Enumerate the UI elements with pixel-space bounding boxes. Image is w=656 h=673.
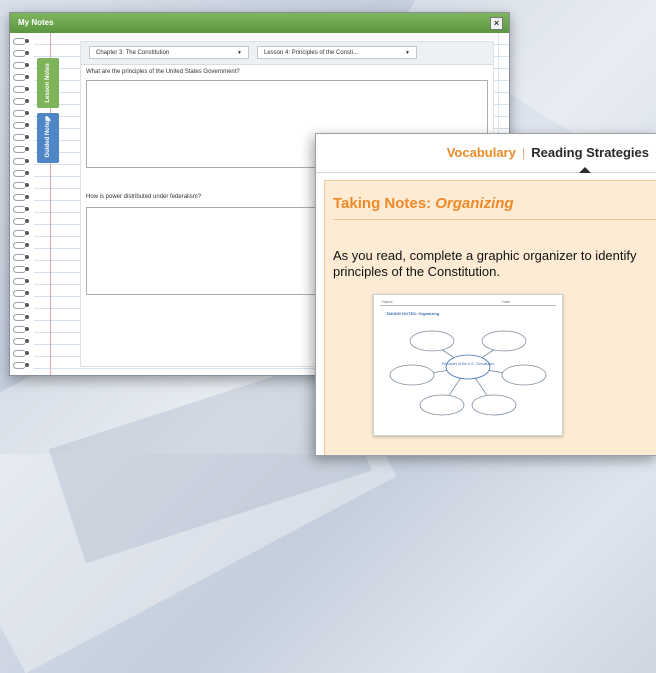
spiral-ring bbox=[13, 277, 29, 285]
tab-reading-strategies[interactable]: Reading Strategies bbox=[531, 145, 649, 160]
card-tab-bar: Vocabulary | Reading Strategies bbox=[316, 134, 656, 173]
card-instructions: As you read, complete a graphic organize… bbox=[333, 248, 637, 279]
spiral-ring bbox=[13, 301, 29, 309]
spiral-ring bbox=[13, 97, 29, 105]
spiral-ring bbox=[13, 73, 29, 81]
spiral-ring bbox=[13, 349, 29, 357]
spiral-ring bbox=[13, 229, 29, 237]
card-divider bbox=[333, 219, 656, 220]
card-title-prefix: Taking Notes: bbox=[333, 195, 432, 212]
graphic-organizer-thumbnail[interactable]: Name Date TAKING NOTES: Organizing Princ… bbox=[373, 294, 563, 436]
spiral-ring bbox=[13, 145, 29, 153]
spiral-ring bbox=[13, 157, 29, 165]
card-body: Taking Notes: Organizing As you read, co… bbox=[324, 180, 656, 455]
active-tab-pointer bbox=[579, 167, 591, 173]
tab-separator: | bbox=[521, 145, 526, 160]
spiral-ring bbox=[13, 241, 29, 249]
card-title: Taking Notes: Organizing bbox=[333, 195, 514, 212]
organizer-bubble bbox=[409, 330, 455, 352]
spiral-ring bbox=[13, 253, 29, 261]
organizer-center-label: Principles of the U.S. Constitution bbox=[442, 362, 494, 366]
organizer-center-bubble bbox=[445, 354, 491, 380]
organizer-diagram: Principles of the U.S. Constitution bbox=[389, 330, 547, 416]
spiral-ring bbox=[13, 181, 29, 189]
spiral-ring bbox=[13, 85, 29, 93]
notes-window-title: My Notes bbox=[18, 18, 54, 27]
spiral-ring bbox=[13, 37, 29, 45]
organizer-bubble bbox=[501, 364, 547, 386]
spiral-ring bbox=[13, 205, 29, 213]
spiral-ring bbox=[13, 133, 29, 141]
notes-titlebar: My Notes × bbox=[10, 13, 509, 33]
spiral-ring bbox=[13, 217, 29, 225]
lesson-notes-tab-label: Lesson Notes bbox=[45, 63, 51, 103]
guided-notes-tab-label: Guided Notes bbox=[45, 118, 51, 158]
spiral-ring bbox=[13, 361, 29, 369]
spiral-ring bbox=[13, 61, 29, 69]
spiral-binding bbox=[10, 33, 34, 375]
spiral-ring bbox=[13, 193, 29, 201]
selector-bar: Chapter 3: The Constitution ▼ Lesson 4: … bbox=[81, 42, 493, 65]
organizer-bubble bbox=[389, 364, 435, 386]
chapter-dropdown[interactable]: Chapter 3: The Constitution ▼ bbox=[89, 46, 249, 59]
card-title-emphasis: Organizing bbox=[435, 195, 514, 212]
spiral-ring bbox=[13, 325, 29, 333]
organizer-bubble bbox=[481, 330, 527, 352]
question-1-label: What are the principles of the United St… bbox=[86, 69, 240, 75]
spiral-ring bbox=[13, 109, 29, 117]
spiral-ring bbox=[13, 169, 29, 177]
chevron-down-icon: ▼ bbox=[237, 50, 242, 56]
spiral-ring bbox=[13, 289, 29, 297]
spiral-ring bbox=[13, 337, 29, 345]
lesson-dropdown-value: Lesson 4: Principles of the Consti... bbox=[264, 50, 359, 56]
chapter-dropdown-value: Chapter 3: The Constitution bbox=[96, 50, 170, 56]
spiral-ring bbox=[13, 49, 29, 57]
organizer-bubble bbox=[471, 394, 517, 416]
spiral-ring bbox=[13, 121, 29, 129]
guided-notes-tab[interactable]: ✎ Guided Notes bbox=[37, 113, 59, 163]
question-2-label: How is power distributed under federalis… bbox=[86, 194, 202, 200]
spiral-ring bbox=[13, 313, 29, 321]
chevron-down-icon: ▼ bbox=[405, 50, 410, 56]
tab-vocabulary[interactable]: Vocabulary bbox=[447, 145, 516, 160]
reading-strategies-card: Vocabulary | Reading Strategies Taking Not… bbox=[315, 133, 656, 456]
spiral-ring bbox=[13, 265, 29, 273]
close-button[interactable]: × bbox=[490, 17, 503, 30]
lesson-dropdown[interactable]: Lesson 4: Principles of the Consti... ▼ bbox=[257, 46, 417, 59]
organizer-bubble bbox=[419, 394, 465, 416]
lesson-notes-tab[interactable]: Lesson Notes bbox=[37, 58, 59, 108]
